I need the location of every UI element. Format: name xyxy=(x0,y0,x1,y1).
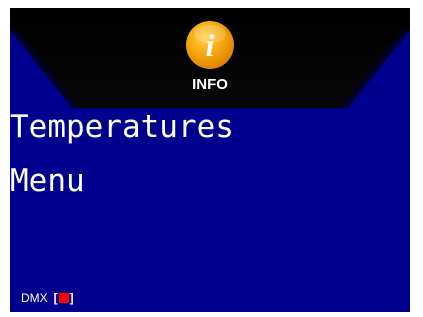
menu-title-line2: Menu xyxy=(10,163,85,199)
menu-title-line1: Temperatures xyxy=(10,109,234,145)
dmx-bracket-close: ] xyxy=(69,291,74,305)
display-screen: i INFO Temperatures Menu DMX [ ] xyxy=(10,8,410,312)
info-icon-glyph: i xyxy=(206,27,215,63)
dmx-status: DMX [ ] xyxy=(21,291,74,305)
dmx-indicator xyxy=(58,293,69,303)
dmx-bracket-open: [ xyxy=(53,291,58,305)
info-icon: i xyxy=(186,21,234,69)
dmx-label: DMX xyxy=(21,291,48,305)
device-frame: i INFO Temperatures Menu DMX [ ] xyxy=(0,0,423,317)
header-title: INFO xyxy=(192,76,228,93)
